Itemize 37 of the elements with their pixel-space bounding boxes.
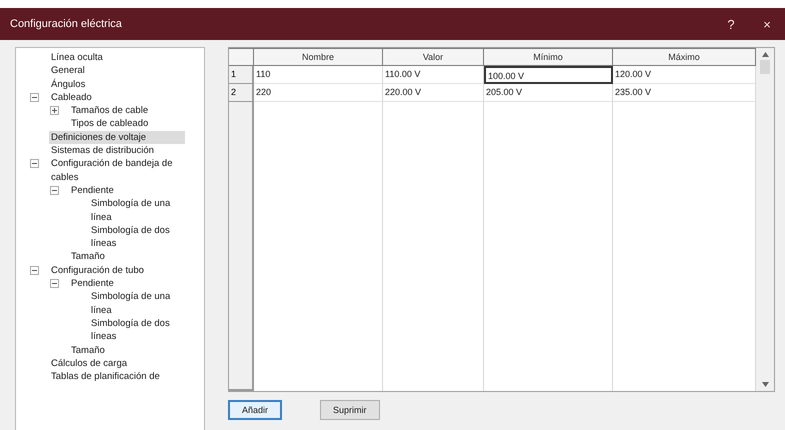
- tree-item[interactable]: Tipos de cableado: [69, 117, 185, 131]
- table-cell[interactable]: 100.00 V: [484, 66, 613, 84]
- tree-item[interactable]: Tablas de planificación de: [49, 370, 185, 384]
- tree-item[interactable]: Simbología de dos líneas: [89, 224, 185, 250]
- close-button[interactable]: ×: [749, 16, 785, 32]
- tree-item[interactable]: Simbología de una línea: [89, 290, 185, 317]
- column-header[interactable]: Nombre: [254, 48, 383, 66]
- help-button[interactable]: ?: [713, 16, 749, 32]
- tree-item[interactable]: General: [49, 64, 185, 78]
- tree-item[interactable]: Configuración de tubo: [49, 264, 185, 278]
- table-cell[interactable]: 220.00 V: [383, 84, 484, 102]
- add-button[interactable]: Añadir: [228, 400, 282, 420]
- tree-item[interactable]: Línea oculta: [49, 51, 185, 64]
- tree-item[interactable]: Tamaños de cable: [69, 104, 185, 118]
- tree-item[interactable]: Ángulos: [49, 78, 185, 91]
- row-header[interactable]: 2: [229, 84, 254, 102]
- table-cell[interactable]: 110.00 V: [383, 66, 484, 84]
- tree-item[interactable]: Pendiente: [69, 184, 185, 198]
- tree-item[interactable]: Tamaño: [69, 250, 185, 264]
- tree-item[interactable]: Cableado: [49, 90, 185, 104]
- column-header[interactable]: Valor: [383, 48, 484, 66]
- table-cell[interactable]: 220: [254, 84, 383, 102]
- row-header[interactable]: 1: [229, 66, 254, 84]
- window-title: Configuración eléctrica: [10, 18, 123, 30]
- tree-item[interactable]: Sistemas de distribución: [49, 144, 185, 158]
- column-header[interactable]: Mínimo: [484, 48, 613, 66]
- column-header[interactable]: Máximo: [613, 48, 756, 66]
- tree-item[interactable]: Definiciones de voltaje: [49, 130, 185, 144]
- tree-item[interactable]: Pendiente: [69, 277, 185, 290]
- delete-button[interactable]: Suprimir: [320, 400, 380, 420]
- table-cell[interactable]: 110: [254, 66, 383, 84]
- tree-item[interactable]: Configuración de bandeja de cables: [49, 157, 185, 184]
- tree-item[interactable]: Tamaño: [69, 344, 185, 357]
- table-cell[interactable]: 205.00 V: [484, 84, 613, 102]
- tree-item[interactable]: Cálculos de carga: [49, 356, 185, 370]
- tree-item[interactable]: Simbología de dos líneas: [89, 316, 185, 344]
- tree-item[interactable]: Simbología de una línea: [89, 197, 185, 224]
